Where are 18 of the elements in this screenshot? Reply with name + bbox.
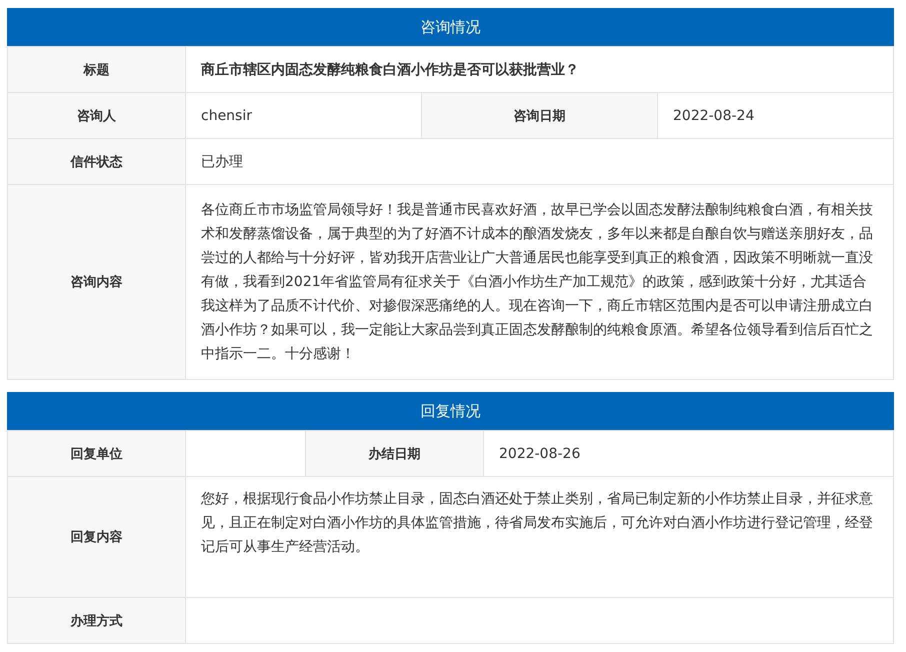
field-label: 回复单位 [8, 430, 186, 476]
field-label: 办理方式 [8, 598, 186, 644]
field-value: 各位商丘市市场监管局领导好！我是普通市民喜欢好酒，故早已学会以固态发酵法酿制纯粮食白酒，有相关技术和发酵蒸馏设备，属于典型的为了好酒不计成本的酿酒发烧友，多年以来都是自酿自饮与赠送亲朋好友，品尝过的人都给与十分好评，皆劝我开店营业让广大普通居民也能享受到真正的粮食酒，因政策不明晰就一直没有做，我看到2021年省监管局有征求关于《白酒小作坊生产加工规范》的政策，感到政策十分好，尤其适合我这样为了品质不计代价、对掺假深恶痛绝的人。现在咨询一下，商丘市辖区范围内是否可以申请注册成立白酒小作坊？如果可以，我一定能让大家品尝到真正固态发酵酿制的纯粮食原酒。希望各位领导看到信后百忙之中指示一二。十分感谢！ [186, 184, 894, 380]
field-label: 信件状态 [8, 138, 186, 184]
field-label: 咨询日期 [422, 92, 658, 138]
field-label: 咨询内容 [8, 184, 186, 380]
field-label: 回复内容 [8, 476, 186, 598]
field-value: 2022-08-26 [484, 430, 894, 476]
field-label: 咨询人 [8, 92, 186, 138]
section-header: 回复情况 [7, 392, 894, 430]
field-value: 2022-08-24 [658, 92, 894, 138]
field-value: 您好，根据现行食品小作坊禁止目录，固态白酒还处于禁止类别，省局已制定新的小作坊禁止目录，并征求意见，且正在制定对白酒小作坊的具体监管措施，待省局发布实施后，可允许对白酒小作坊进行登记管理，经登记后可从事生产经营活动。 [186, 476, 894, 598]
section-header: 咨询情况 [7, 8, 894, 46]
field-label: 办结日期 [306, 430, 484, 476]
field-value: 商丘市辖区内固态发酵纯粮食白酒小作坊是否可以获批营业？ [186, 46, 894, 92]
field-value: chensir [186, 92, 422, 138]
field-value: 已办理 [186, 138, 894, 184]
field-label: 标题 [8, 46, 186, 92]
